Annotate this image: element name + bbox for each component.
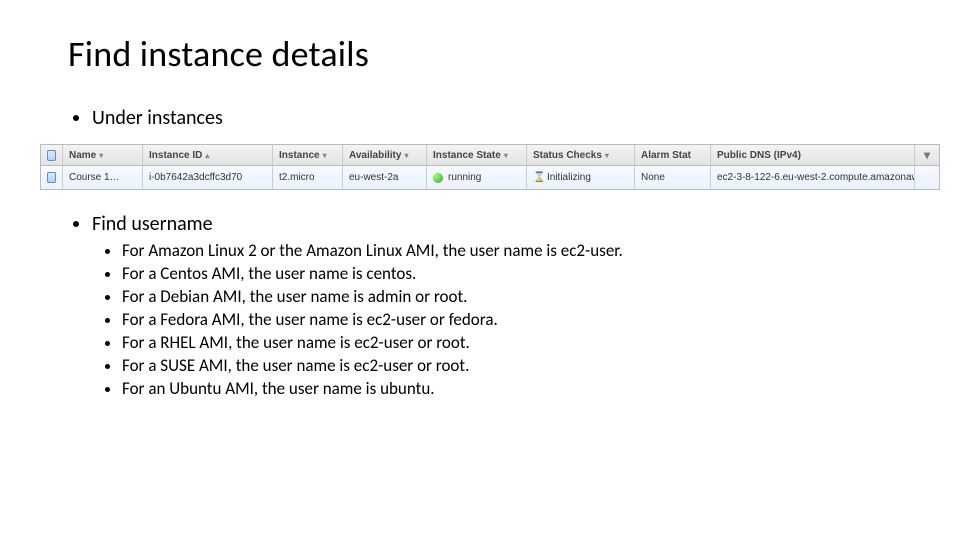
col-instance-id[interactable]: Instance ID▴ xyxy=(143,145,273,165)
list-item: For a Fedora AMI, the user name is ec2-u… xyxy=(122,309,900,332)
col-public-dns[interactable]: Public DNS (IPv4) xyxy=(711,145,915,165)
col-status-checks[interactable]: Status Checks▾ xyxy=(527,145,635,165)
cell-public-dns: ec2-3-8-122-6.eu-west-2.compute.amazonaw… xyxy=(711,166,915,189)
row-checkbox[interactable] xyxy=(41,166,63,189)
col-instance-state[interactable]: Instance State▾ xyxy=(427,145,527,165)
table-header-row: Name▾ Instance ID▴ Instance▾ Availabilit… xyxy=(40,144,940,166)
hourglass-icon: ⌛ xyxy=(533,172,543,183)
bullet-find-username: Find username For Amazon Linux 2 or the … xyxy=(92,212,900,401)
list-item: For Amazon Linux 2 or the Amazon Linux A… xyxy=(122,240,900,263)
username-list: For Amazon Linux 2 or the Amazon Linux A… xyxy=(92,240,900,401)
running-status-icon xyxy=(433,173,443,183)
table-settings-button[interactable]: ▾ xyxy=(915,145,939,165)
list-item: For a RHEL AMI, the user name is ec2-use… xyxy=(122,332,900,355)
list-item: For an Ubuntu AMI, the user name is ubun… xyxy=(122,378,900,401)
col-name[interactable]: Name▾ xyxy=(63,145,143,165)
col-alarm-status[interactable]: Alarm Stat xyxy=(635,145,711,165)
list-item: For a SUSE AMI, the user name is ec2-use… xyxy=(122,355,900,378)
bullet-under-instances: Under instances xyxy=(92,106,900,130)
cell-instance-type: t2.micro xyxy=(273,166,343,189)
cell-status-checks: ⌛Initializing xyxy=(527,166,635,189)
col-instance-type[interactable]: Instance▾ xyxy=(273,145,343,165)
col-availability-zone[interactable]: Availability▾ xyxy=(343,145,427,165)
cell-instance-id: i-0b7642a3dcffc3d70 xyxy=(143,166,273,189)
header-checkbox[interactable] xyxy=(41,145,63,165)
list-item: For a Debian AMI, the user name is admin… xyxy=(122,286,900,309)
table-row[interactable]: Course 1… i-0b7642a3dcffc3d70 t2.micro e… xyxy=(40,166,940,190)
gear-icon: ▾ xyxy=(924,148,930,162)
slide-title: Find instance details xyxy=(68,32,900,76)
ec2-instances-table: Name▾ Instance ID▴ Instance▾ Availabilit… xyxy=(40,144,940,190)
cell-availability-zone: eu-west-2a xyxy=(343,166,427,189)
cell-name: Course 1… xyxy=(63,166,143,189)
list-item: For a Centos AMI, the user name is cento… xyxy=(122,263,900,286)
cell-instance-state: running xyxy=(427,166,527,189)
cell-alarm-status: None xyxy=(635,166,711,189)
